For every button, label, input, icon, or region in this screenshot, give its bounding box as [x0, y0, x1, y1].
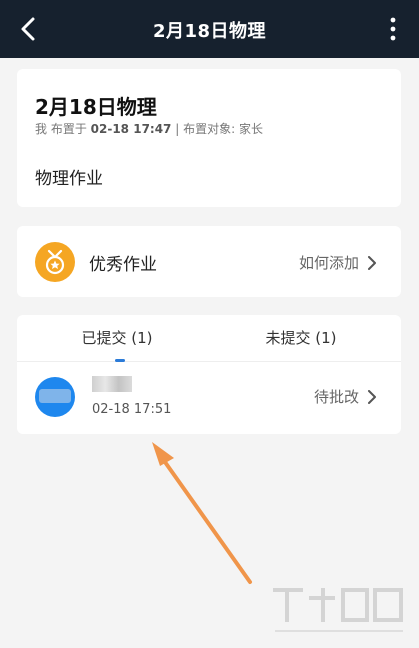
excellent-label: 优秀作业: [89, 255, 157, 275]
top-bar: 2月18日物理: [0, 0, 419, 58]
page-title: 2月18日物理: [152, 21, 267, 42]
tab-submitted[interactable]: 已提交 (1): [17, 327, 217, 348]
homework-info-card: 2月18日物理 我 布置于 02-18 17:47 | 布置对象: 家长 物理作…: [17, 69, 401, 207]
chevron-right-icon: [368, 255, 376, 270]
homework-content: 物理作业: [35, 169, 103, 189]
submission-row[interactable]: 02-18 17:51 待批改: [17, 362, 401, 434]
review-status[interactable]: 待批改: [314, 386, 379, 407]
more-vertical-icon[interactable]: [387, 16, 399, 42]
tab-not-submitted[interactable]: 未提交 (1): [201, 327, 401, 348]
submission-tabs: 已提交 (1) 未提交 (1): [17, 315, 401, 362]
assigned-time: 02-18 17:47: [90, 122, 172, 136]
submission-time: 02-18 17:51: [92, 402, 172, 417]
meta-prefix: 我 布置于: [35, 122, 87, 136]
chevron-right-icon: [368, 389, 376, 404]
watermark-logo-icon: [273, 588, 403, 632]
homework-meta: 我 布置于 02-18 17:47 | 布置对象: 家长: [35, 120, 263, 137]
how-to-add-link[interactable]: 如何添加: [299, 252, 379, 273]
how-to-add-label: 如何添加: [298, 254, 359, 272]
submission-card: 已提交 (1) 未提交 (1) 02-18 17:51 待批改: [17, 315, 401, 434]
avatar-blur: [39, 389, 71, 403]
student-name-blurred: [92, 376, 132, 392]
homework-title: 2月18日物理: [35, 95, 157, 119]
excellent-homework-row[interactable]: 优秀作业 如何添加: [17, 226, 401, 297]
avatar: [35, 377, 75, 417]
medal-icon: [35, 242, 75, 282]
meta-suffix: | 布置对象: 家长: [175, 122, 263, 136]
review-status-label: 待批改: [313, 388, 359, 406]
